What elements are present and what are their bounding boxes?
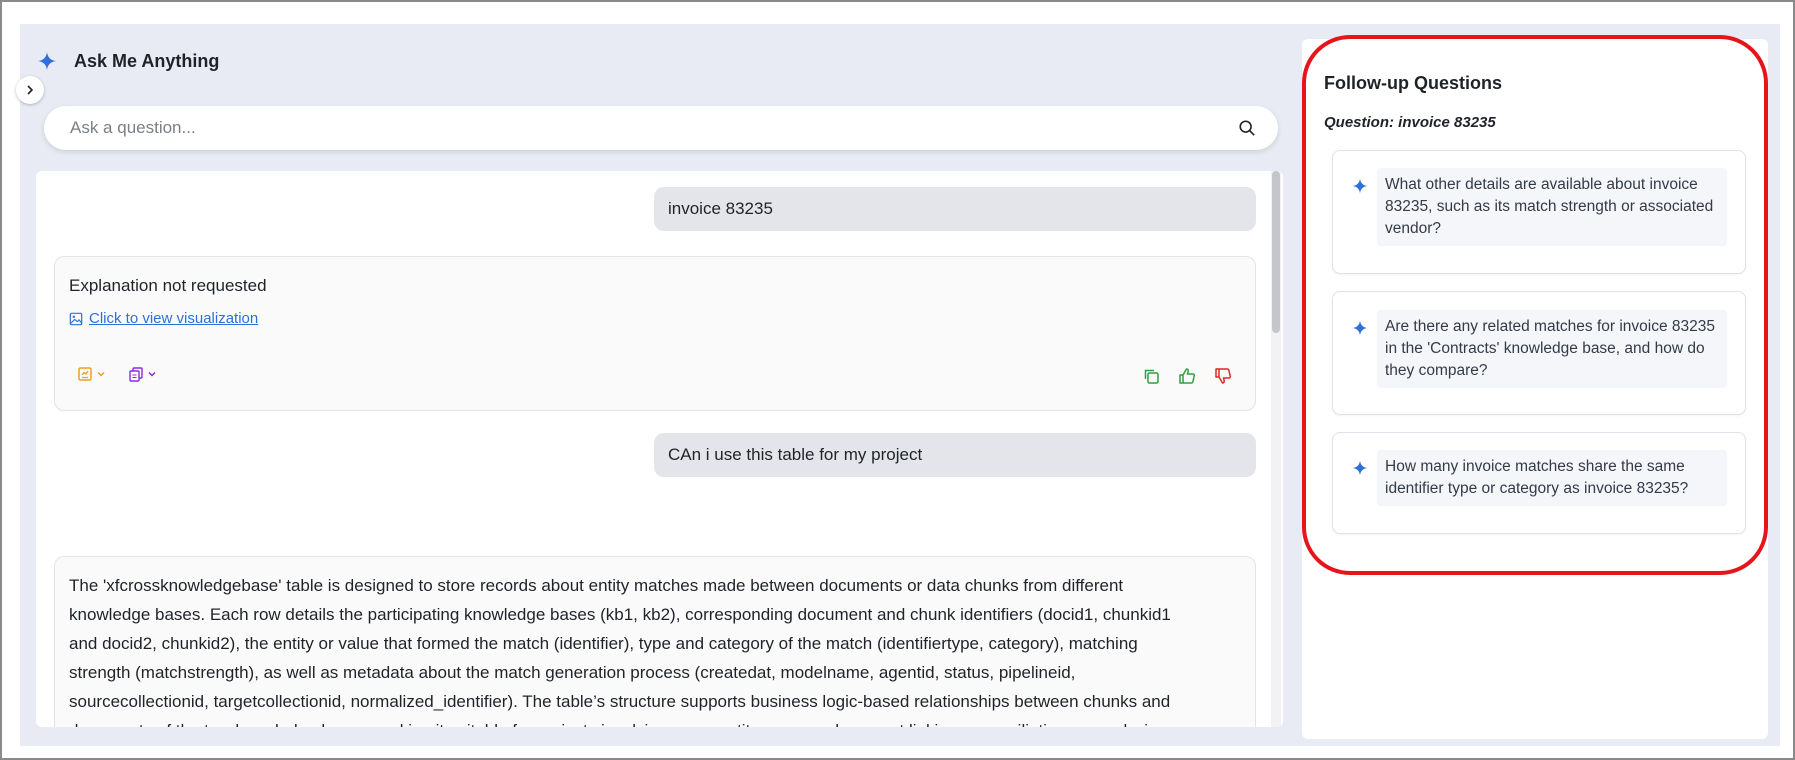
followup-item[interactable]: Are there any related matches for invoic… bbox=[1332, 291, 1746, 415]
answer-tools bbox=[77, 366, 157, 382]
search-bar bbox=[44, 106, 1278, 150]
followup-title: Follow-up Questions bbox=[1324, 73, 1502, 93]
like-button[interactable] bbox=[1177, 366, 1197, 386]
app-canvas: Ask Me Anything invoice 83235 Explanatio… bbox=[16, 24, 1780, 746]
chevron-right-icon bbox=[27, 85, 34, 95]
image-icon bbox=[69, 312, 83, 325]
copy-button[interactable] bbox=[1141, 366, 1161, 386]
dislike-button[interactable] bbox=[1213, 366, 1233, 386]
sparkle-icon bbox=[1352, 320, 1368, 336]
view-visualization-link[interactable]: Click to view visualization bbox=[69, 310, 258, 327]
search-icon[interactable] bbox=[1238, 119, 1256, 137]
followup-item[interactable]: How many invoice matches share the same … bbox=[1332, 432, 1746, 534]
answer-line: strength (matchstrength), as well as met… bbox=[69, 663, 1076, 682]
user-message: invoice 83235 bbox=[654, 187, 1256, 231]
answer-text: The 'xfcrossknowledgebase' table is desi… bbox=[55, 557, 1255, 727]
ask-header: Ask Me Anything bbox=[36, 50, 219, 72]
answer-line: The 'xfcrossknowledgebase' table is desi… bbox=[69, 576, 1124, 595]
followup-item-text[interactable]: How many invoice matches share the same … bbox=[1377, 450, 1727, 506]
answer-line: knowledge bases. Each row details the pa… bbox=[69, 605, 1171, 624]
report-dropdown[interactable] bbox=[77, 366, 106, 382]
copy-stack-icon bbox=[129, 367, 143, 382]
app-frame: Ask Me Anything invoice 83235 Explanatio… bbox=[0, 0, 1795, 760]
answer-line: and docid2, chunkid2), the entity or val… bbox=[69, 634, 1138, 653]
followup-item[interactable]: What other details are available about i… bbox=[1332, 150, 1746, 274]
copy-icon bbox=[1144, 369, 1159, 384]
followup-panel: Follow-up Questions Question: invoice 83… bbox=[1302, 39, 1768, 739]
followup-item-text[interactable]: Are there any related matches for invoic… bbox=[1377, 310, 1727, 388]
sparkle-icon bbox=[1352, 460, 1368, 476]
chevron-down-icon bbox=[97, 371, 105, 377]
answer-feedback bbox=[1141, 366, 1233, 386]
chat-history[interactable]: invoice 83235 Explanation not requested … bbox=[36, 171, 1283, 727]
answer-text: Explanation not requested bbox=[69, 276, 267, 295]
followup-item-text[interactable]: What other details are available about i… bbox=[1377, 168, 1727, 246]
sparkle-icon bbox=[37, 51, 57, 71]
copy-menu-dropdown[interactable] bbox=[128, 366, 157, 382]
answer-line: sourcecollectionid, targetcollectionid, … bbox=[69, 692, 1171, 711]
chevron-down-icon bbox=[148, 371, 156, 377]
page-title: Ask Me Anything bbox=[74, 50, 220, 71]
sidebar-toggle-button[interactable] bbox=[16, 76, 44, 104]
answer-card: The 'xfcrossknowledgebase' table is desi… bbox=[54, 556, 1256, 727]
followup-question-label: Question: invoice 83235 bbox=[1324, 114, 1496, 131]
user-message: CAn i use this table for my project bbox=[654, 433, 1256, 477]
answer-card: Explanation not requested Click to view … bbox=[54, 256, 1256, 411]
chat-scrollbar-thumb[interactable] bbox=[1272, 171, 1280, 333]
view-visualization-label[interactable]: Click to view visualization bbox=[89, 310, 258, 327]
search-input[interactable] bbox=[70, 118, 1238, 138]
sparkle-icon bbox=[1352, 178, 1368, 194]
ask-panel: Ask Me Anything invoice 83235 Explanatio… bbox=[16, 24, 1283, 746]
thumbs-down-icon bbox=[1215, 368, 1232, 384]
report-icon bbox=[78, 367, 92, 381]
thumbs-up-icon bbox=[1179, 368, 1196, 384]
answer-line: documents of the two knowledge bases, ma… bbox=[69, 716, 1241, 727]
